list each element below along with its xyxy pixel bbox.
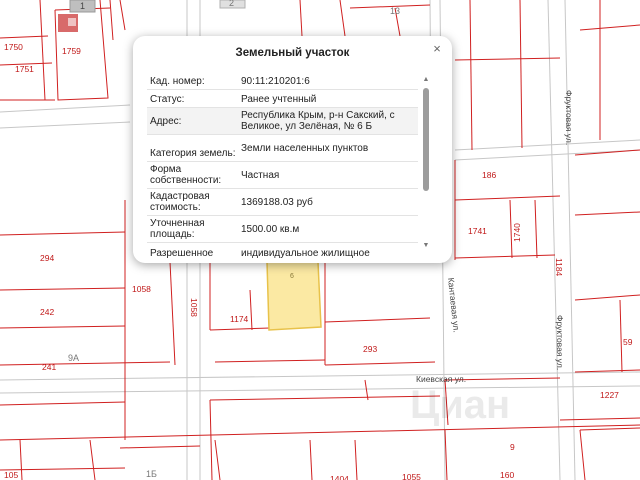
selected-parcel-label: 6 — [290, 273, 294, 280]
block-label: 13 — [390, 6, 400, 16]
info-row-area: Уточненная площадь: 1500.00 кв.м — [147, 216, 418, 243]
parcel-label: 1759 — [62, 46, 81, 56]
building-tile-label: 1 — [80, 1, 85, 11]
parcel-label: 9 — [510, 442, 515, 452]
close-icon[interactable]: × — [430, 42, 444, 56]
parcel-label: 1055 — [402, 472, 421, 480]
info-row-land-category: Категория земель: Земли населенных пункт… — [147, 135, 418, 162]
info-value: Республика Крым, р-н Сакский, с Великое,… — [241, 110, 395, 132]
scroll-thumb[interactable] — [423, 88, 429, 191]
scroll-down-icon[interactable]: ▼ — [422, 242, 430, 250]
info-row-permitted-use: Разрешенное индивидуальное жилищное — [147, 243, 418, 261]
info-key: Форма собственности: — [150, 164, 222, 186]
info-key: Разрешенное — [150, 248, 214, 259]
parcel-info-popup: Земельный участок × Кад. номер: 90:11:21… — [133, 36, 452, 263]
info-row-cadastral-value: Кадастровая стоимость: 1369188.03 руб — [147, 189, 418, 216]
popup-title: Земельный участок — [235, 47, 350, 59]
parcel-label: 59 — [623, 337, 633, 347]
info-key: Кад. номер: — [150, 76, 205, 87]
info-value: Частная — [241, 169, 280, 181]
parcel-label: 294 — [40, 253, 54, 263]
block-label: 2 — [229, 0, 234, 8]
block-label: 9А — [68, 353, 79, 363]
info-table: Кад. номер: 90:11:210201:6 Статус: Ранее… — [147, 72, 418, 261]
parcel-label: 1058 — [189, 298, 199, 317]
parcel-label: 186 — [482, 170, 496, 180]
parcel-label: 241 — [42, 362, 56, 372]
info-key: Адрес: — [150, 115, 182, 127]
info-value: Земли населенных пунктов — [241, 142, 369, 154]
info-key: Статус: — [150, 94, 185, 105]
parcel-label: 1174 — [230, 314, 249, 324]
parcel-label: 293 — [363, 344, 377, 354]
parcel-label: 1750 — [4, 42, 23, 52]
info-value: 1369188.03 руб — [241, 196, 313, 208]
popup-scrollbar[interactable]: ▲ ▼ — [420, 74, 432, 252]
block-label: 1Б — [146, 469, 157, 479]
info-value: индивидуальное жилищное — [241, 248, 370, 259]
watermark: Циан — [410, 383, 510, 427]
parcel-label: 1751 — [15, 64, 34, 74]
info-value: 90:11:210201:6 — [241, 76, 310, 87]
parcel-label: 1741 — [468, 226, 487, 236]
parcel-label: 160 — [500, 470, 514, 480]
street-label: Фруктовая ул. — [555, 315, 565, 370]
info-key: Категория земель: — [150, 148, 236, 159]
info-row-status: Статус: Ранее учтенный — [147, 90, 418, 108]
parcel-label: 1058 — [132, 284, 151, 294]
info-key: Кадастровая стоимость: — [150, 191, 210, 213]
info-row-address: Адрес: Республика Крым, р-н Сакский, с В… — [147, 108, 418, 135]
info-key: Уточненная площадь: — [150, 218, 205, 240]
info-row-cadastral-number: Кад. номер: 90:11:210201:6 — [147, 72, 418, 90]
parcel-label: 1227 — [600, 390, 619, 400]
parcel-label: 1184 — [554, 258, 564, 277]
info-row-ownership: Форма собственности: Частная — [147, 162, 418, 189]
street-label: Фруктовая ул. — [564, 90, 574, 145]
selected-parcel[interactable] — [266, 261, 322, 331]
parcel-label: 105 — [4, 470, 18, 480]
info-value: 1500.00 кв.м — [241, 223, 300, 235]
parcel-label: 1404 — [330, 474, 349, 480]
parcel-label: 1740 — [512, 223, 522, 242]
building-footprint-inner — [68, 18, 76, 26]
parcel-label: 242 — [40, 307, 54, 317]
scroll-up-icon[interactable]: ▲ — [422, 76, 430, 84]
info-value: Ранее учтенный — [241, 94, 317, 105]
